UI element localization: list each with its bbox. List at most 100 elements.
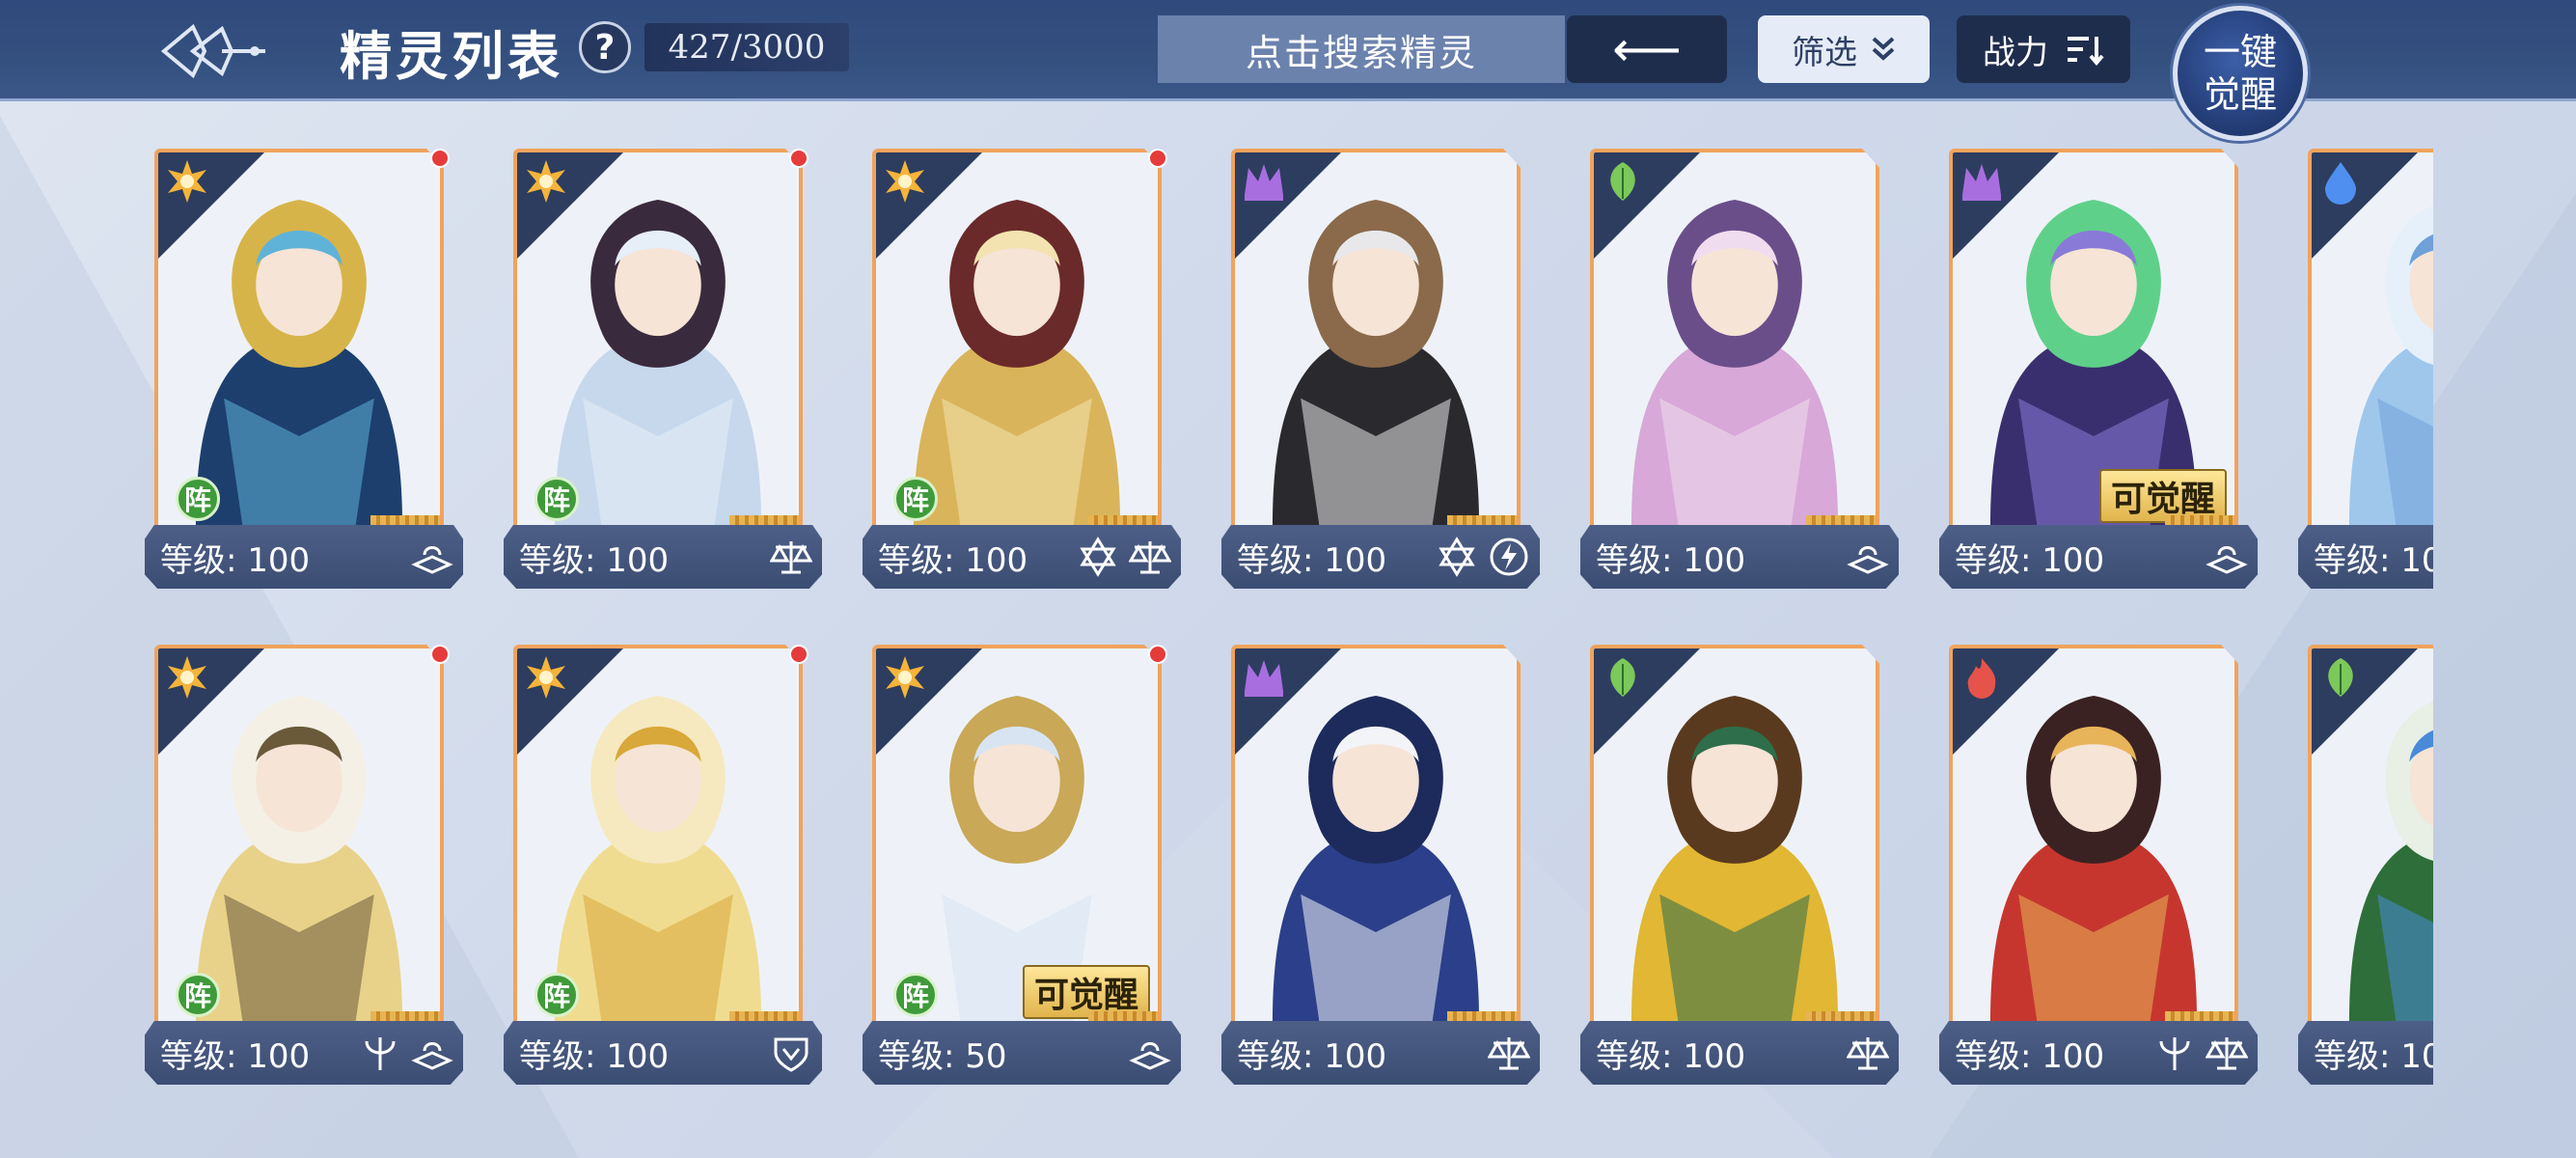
level-text: 等级: 50 xyxy=(878,1036,1007,1076)
trait-icons xyxy=(770,535,812,579)
level-text: 等级: 100 xyxy=(1955,1036,2105,1076)
element-grass-icon xyxy=(1610,162,1635,201)
power-sort-button[interactable]: 战力 xyxy=(1957,15,2130,83)
scale-icon xyxy=(1847,1037,1889,1070)
level-bar: 等级: 100 xyxy=(2298,1021,2433,1085)
trait-icons xyxy=(2153,1031,2248,1075)
trait-icons xyxy=(1077,535,1171,579)
trait-icons xyxy=(1436,535,1530,579)
spirit-card[interactable]: 可觉醒等级: 100 xyxy=(1939,135,2265,589)
formation-badge: 阵 xyxy=(534,477,579,521)
lightning-icon xyxy=(1490,538,1528,576)
spirit-card[interactable]: 阵等级: 100 xyxy=(504,631,830,1085)
element-light-icon xyxy=(168,160,206,203)
card-portrait-frame xyxy=(1231,149,1521,531)
book-icon xyxy=(1129,1042,1171,1070)
card-portrait-frame: 阵可觉醒 xyxy=(872,645,1162,1027)
trait-icons xyxy=(411,535,453,579)
trait-icons xyxy=(2206,535,2248,579)
notification-dot xyxy=(430,645,450,664)
spirit-card[interactable]: 等级: 100 xyxy=(1221,135,1548,589)
book-icon xyxy=(411,546,453,574)
trident-icon xyxy=(2159,1037,2190,1070)
spirit-logo-icon xyxy=(160,23,265,79)
awaken-line2: 觉醒 xyxy=(2203,73,2277,116)
element-grass-icon xyxy=(2328,658,2353,697)
spirit-card[interactable]: 等级: 100 xyxy=(2298,631,2433,1085)
star-icon xyxy=(1439,537,1475,577)
formation-badge: 阵 xyxy=(893,973,938,1017)
arrow-left-icon: ⟵ xyxy=(1612,21,1682,77)
scale-icon xyxy=(1488,1037,1530,1070)
element-dark-icon xyxy=(1245,164,1283,201)
card-portrait-frame: 阵 xyxy=(154,149,444,531)
level-text: 等级: 100 xyxy=(1596,540,1746,580)
card-portrait-frame xyxy=(1590,645,1879,1027)
back-button[interactable]: ⟵ xyxy=(1567,15,1727,83)
filter-label: 筛选 xyxy=(1792,33,1857,72)
help-button[interactable]: ? xyxy=(579,21,631,73)
element-grass-icon xyxy=(1610,658,1635,697)
card-portrait-frame xyxy=(2308,149,2433,531)
level-text: 等级: 100 xyxy=(1237,540,1387,580)
card-portrait-frame: 阵 xyxy=(513,645,803,1027)
page-title: 精灵列表 xyxy=(340,25,563,87)
notification-dot xyxy=(789,149,808,168)
level-text: 等级: 100 xyxy=(1596,1036,1746,1076)
spirit-card[interactable]: 阵可觉醒等级: 50 xyxy=(863,631,1189,1085)
spirit-card[interactable]: 等级: 100 xyxy=(1580,631,1906,1085)
trait-icons xyxy=(359,1031,453,1075)
card-portrait-frame xyxy=(1231,645,1521,1027)
filter-button[interactable]: 筛选 xyxy=(1758,15,1930,83)
spirit-card[interactable]: 等级: 100 xyxy=(2298,135,2433,589)
formation-badge: 阵 xyxy=(176,477,220,521)
double-chevron-down-icon xyxy=(1872,37,1895,61)
level-text: 等级: 100 xyxy=(519,540,670,580)
formation-badge: 阵 xyxy=(893,477,938,521)
trait-icons xyxy=(1847,535,1889,579)
level-text: 等级: 100 xyxy=(1955,540,2105,580)
trident-icon xyxy=(365,1037,396,1070)
element-light-icon xyxy=(886,160,924,203)
spirit-card[interactable]: 等级: 100 xyxy=(1939,631,2265,1085)
element-light-icon xyxy=(886,656,924,699)
notification-dot xyxy=(789,645,808,664)
trait-icons xyxy=(770,1031,812,1075)
level-text: 等级: 100 xyxy=(519,1036,670,1076)
card-portrait-frame xyxy=(2308,645,2433,1027)
spirit-card[interactable]: 阵等级: 100 xyxy=(863,135,1189,589)
card-portrait-frame xyxy=(1949,645,2238,1027)
notification-dot xyxy=(1148,645,1167,664)
card-portrait-frame xyxy=(1590,149,1879,531)
spirit-card[interactable]: 阵等级: 100 xyxy=(145,135,471,589)
spirit-card[interactable]: 阵等级: 100 xyxy=(504,135,830,589)
card-portrait-frame: 阵 xyxy=(154,645,444,1027)
book-icon xyxy=(2206,546,2248,574)
notification-dot xyxy=(1148,149,1167,168)
formation-badge: 阵 xyxy=(534,973,579,1017)
sort-icon xyxy=(2068,37,2104,66)
spirit-card[interactable]: 阵等级: 100 xyxy=(145,631,471,1085)
trait-icons xyxy=(1129,1031,1171,1075)
one-click-awaken-button[interactable]: 一键 觉醒 xyxy=(2173,6,2308,141)
scale-icon xyxy=(2206,1037,2248,1070)
search-input[interactable]: 点击搜索精灵 xyxy=(1158,15,1565,83)
spirit-count: 427/3000 xyxy=(644,23,849,71)
spirit-card-grid: 阵等级: 100 阵等级: 100 阵等级: 100 等级: 100 等级: 100 可觉… xyxy=(145,135,2433,1100)
awaken-line1: 一键 xyxy=(2203,31,2277,73)
element-light-icon xyxy=(527,160,565,203)
star-icon xyxy=(1080,537,1116,577)
top-bar: 精灵列表 ? 427/3000 点击搜索精灵 ⟵ 筛选 战力 一键 觉醒 xyxy=(0,0,2576,141)
element-dark-icon xyxy=(1245,660,1283,697)
book-icon xyxy=(411,1042,453,1070)
element-light-icon xyxy=(527,656,565,699)
card-portrait-frame: 可觉醒 xyxy=(1949,149,2238,531)
level-text: 等级: 100 xyxy=(2314,1036,2433,1076)
element-fire-icon xyxy=(1967,658,1996,699)
card-portrait-frame: 阵 xyxy=(872,149,1162,531)
trait-icons xyxy=(1488,1031,1530,1075)
book-icon xyxy=(1847,546,1889,574)
level-text: 等级: 100 xyxy=(878,540,1028,580)
spirit-card[interactable]: 等级: 100 xyxy=(1580,135,1906,589)
spirit-card[interactable]: 等级: 100 xyxy=(1221,631,1548,1085)
